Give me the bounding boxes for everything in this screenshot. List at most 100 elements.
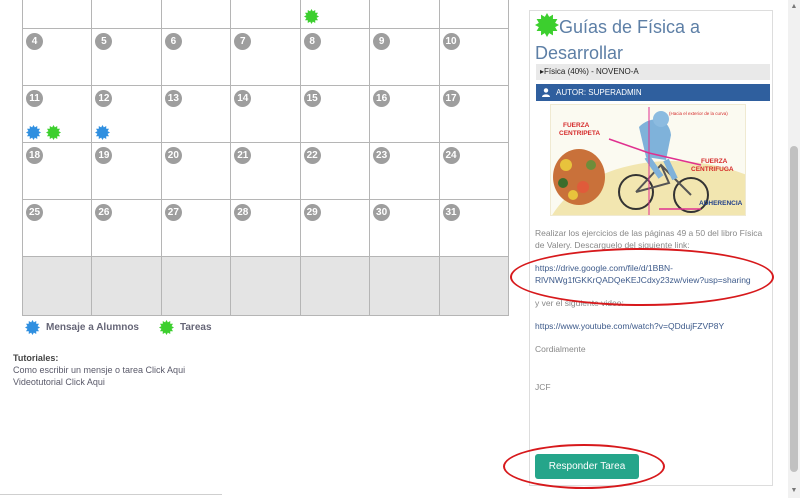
calendar-day-cell[interactable]: 20	[160, 142, 232, 200]
calendar-day-cell[interactable]: 4	[21, 28, 93, 86]
calendar-day-cell[interactable]: 16	[369, 85, 440, 143]
day-number: 31	[442, 204, 460, 221]
day-number: 23	[373, 147, 391, 164]
annotation-circle-link	[510, 248, 774, 306]
calendar-day-cell[interactable]: 7	[230, 28, 301, 86]
panel-title-text: Guías de Física a Desarrollar	[535, 17, 701, 63]
calendar-day-cell[interactable]: 28	[230, 199, 301, 257]
calendar-week-row: 4 5 6 7 8 9 10	[21, 28, 510, 86]
calendar-day-cell[interactable]	[91, 0, 162, 29]
day-number: 5	[95, 33, 113, 50]
mensaje-marker-icon[interactable]	[26, 125, 41, 140]
calendar-empty-cell	[299, 256, 371, 316]
calendar-day-cell[interactable]: 17	[438, 85, 510, 143]
calendar-day-cell[interactable]: 31	[438, 199, 510, 257]
calendar-week-row: 11 12 13 14 15 16 17	[21, 85, 510, 143]
day-number: 11	[26, 90, 43, 107]
legend-mensaje: Mensaje a Alumnos	[25, 320, 139, 335]
day-number: 4	[26, 33, 43, 50]
calendar-day-cell[interactable]: 22	[299, 142, 371, 200]
label-fuerza-2: FUERZA	[701, 158, 728, 165]
calendar-day-cell[interactable]: 26	[91, 199, 162, 257]
calendar-day-cell[interactable]: 19	[91, 142, 162, 200]
divider	[0, 494, 222, 495]
calendar-empty-cell	[369, 256, 440, 316]
legend-tarea: Tareas	[159, 320, 212, 335]
calendar-empty-cell	[438, 256, 510, 316]
author-label: AUTOR: SUPERADMIN	[556, 88, 642, 97]
legend-mensaje-label: Mensaje a Alumnos	[46, 322, 139, 333]
day-number: 17	[442, 90, 460, 107]
calendar-day-cell[interactable]: 9	[369, 28, 440, 86]
calendar-day-cell[interactable]: 30	[369, 199, 440, 257]
calendar-day-cell[interactable]	[438, 0, 510, 29]
calendar-day-cell[interactable]: 21	[230, 142, 301, 200]
day-number: 13	[164, 90, 182, 107]
calendar-day-cell[interactable]: 27	[160, 199, 232, 257]
calendar-day-cell[interactable]: 12	[91, 85, 162, 143]
legend-tarea-label: Tareas	[180, 322, 212, 333]
tarea-marker-icon[interactable]	[46, 125, 61, 140]
day-number: 19	[95, 147, 113, 164]
tutorial-link-escribir[interactable]: Como escribir un mensje o tarea Click Aq…	[13, 364, 185, 376]
day-number: 12	[95, 90, 113, 107]
youtube-link[interactable]: https://www.youtube.com/watch?v=QDdujFZV…	[535, 320, 771, 332]
day-markers	[303, 9, 319, 24]
day-number: 7	[234, 33, 252, 50]
calendar-day-cell[interactable]: 6	[160, 28, 232, 86]
calendar-day-cell[interactable]: 23	[369, 142, 440, 200]
tarea-marker-icon[interactable]	[303, 9, 319, 24]
calendar-day-cell[interactable]: 11	[21, 85, 93, 143]
calendar-day-cell[interactable]	[299, 0, 371, 29]
closing-text: Cordialmente	[535, 344, 586, 354]
calendar-empty-cell	[230, 256, 301, 316]
calendar-day-cell[interactable]: 13	[160, 85, 232, 143]
day-number: 10	[442, 33, 460, 50]
label-centrifuga: CENTRIFUGA	[691, 166, 734, 173]
day-number: 29	[303, 204, 321, 221]
day-number: 22	[303, 147, 321, 164]
annotation-circle-button	[503, 444, 665, 489]
calendar-day-cell[interactable]: 18	[21, 142, 93, 200]
signature-text: JCF	[535, 382, 551, 392]
panel-title: Guías de Física a Desarrollar	[535, 13, 765, 66]
calendar-day-cell[interactable]: 25	[21, 199, 93, 257]
calendar-day-cell[interactable]	[230, 0, 301, 29]
day-number: 30	[373, 204, 391, 221]
calendar-legend: Mensaje a Alumnos Tareas	[25, 320, 232, 335]
calendar-empty-row	[21, 256, 510, 316]
scroll-up-icon[interactable]: ▲	[790, 2, 798, 12]
scroll-down-icon[interactable]: ▼	[790, 486, 798, 496]
author-bar: AUTOR: SUPERADMIN	[536, 84, 770, 101]
mensaje-marker-icon[interactable]	[95, 125, 111, 140]
calendar-day-cell[interactable]	[160, 0, 232, 29]
blue-burst-icon	[25, 320, 40, 335]
calendar-day-cell[interactable]	[369, 0, 440, 29]
label-adherencia: ADHERENCIA	[699, 200, 743, 207]
calendar-empty-cell	[160, 256, 232, 316]
page: 4 5 6 7 8 9 10 11 12 13 14 15 16 17 18 19 20 21 22 23 24 25 26…	[0, 0, 800, 498]
calendar-day-cell[interactable]: 29	[299, 199, 371, 257]
cyclist-forces-image: FUERZA CENTRIPETA (Hacia el exterior de …	[552, 107, 745, 215]
day-number: 28	[234, 204, 252, 221]
calendar-empty-cell	[21, 256, 93, 316]
label-centripeta: CENTRIPETA	[559, 130, 600, 137]
day-number: 25	[26, 204, 43, 221]
calendar-day-cell[interactable]: 10	[438, 28, 510, 86]
calendar-day-cell[interactable]: 24	[438, 142, 510, 200]
day-number: 24	[442, 147, 460, 164]
calendar-day-cell[interactable]	[21, 0, 93, 29]
scroll-thumb[interactable]	[790, 146, 798, 472]
calendar-day-cell[interactable]: 14	[230, 85, 301, 143]
green-burst-icon	[159, 320, 174, 335]
calendar-day-cell[interactable]: 8	[299, 28, 371, 86]
page-scrollbar[interactable]: ▲ ▼	[788, 0, 800, 498]
green-burst-icon	[535, 13, 559, 37]
calendar-grid: 4 5 6 7 8 9 10 11 12 13 14 15 16 17 18 19 20 21 22 23 24 25 26…	[21, 0, 510, 316]
day-number: 8	[303, 33, 321, 50]
day-number: 21	[234, 147, 252, 164]
tutorial-link-video[interactable]: Videotutorial Click Aqui	[13, 376, 185, 388]
day-markers	[26, 125, 61, 140]
calendar-day-cell[interactable]: 15	[299, 85, 371, 143]
calendar-day-cell[interactable]: 5	[91, 28, 162, 86]
